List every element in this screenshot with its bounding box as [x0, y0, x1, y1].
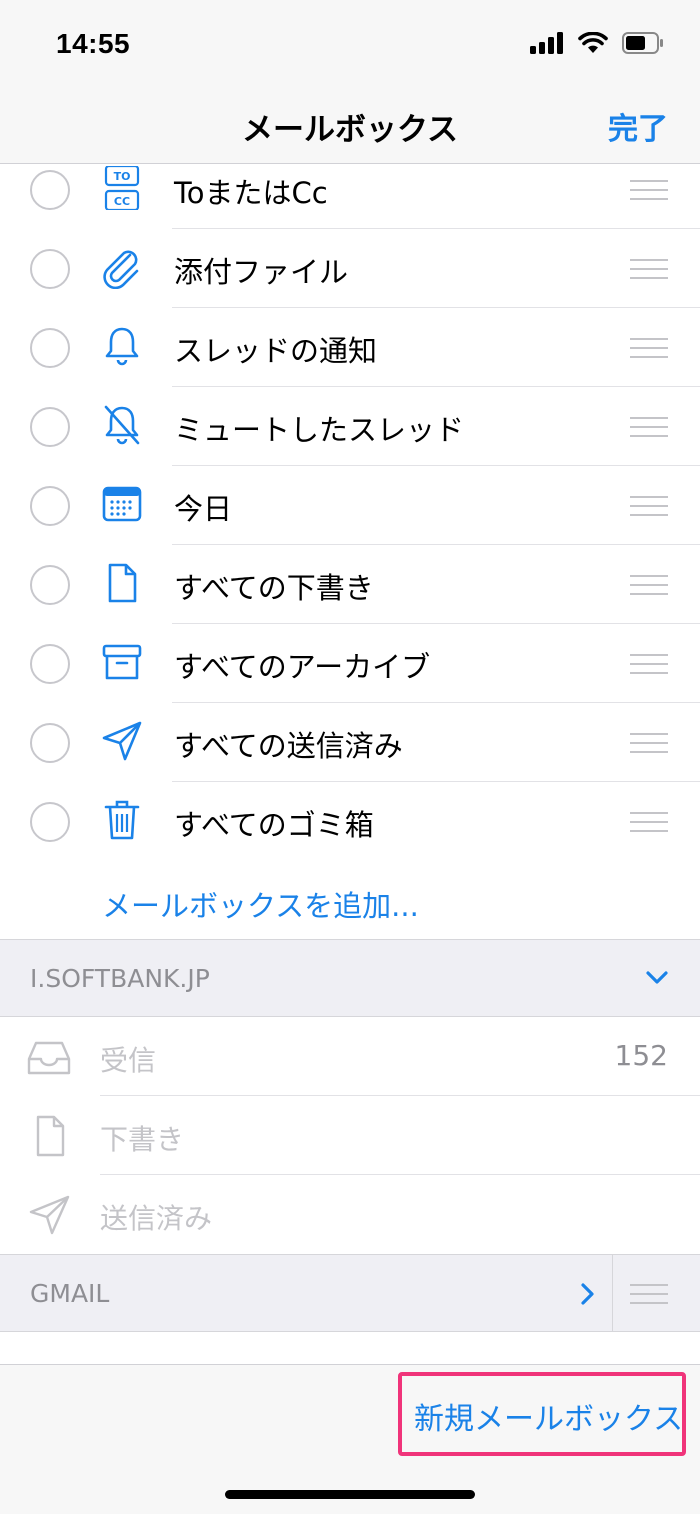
status-time: 14:55 [56, 28, 131, 59]
reorder-handle[interactable] [630, 654, 668, 674]
mailbox-label: ミュートしたスレッド [174, 413, 465, 447]
trash-icon [104, 800, 140, 840]
mailbox-label: ToまたはCc [174, 176, 328, 210]
to-cc-icon: TO CC [104, 166, 140, 210]
paperclip-icon [103, 250, 139, 289]
reorder-handle[interactable] [630, 259, 668, 279]
done-button[interactable]: 完了 [608, 104, 668, 148]
list-item[interactable]: ミュートしたスレッド [0, 387, 700, 466]
reorder-handle[interactable] [630, 733, 668, 753]
reorder-handle[interactable] [630, 1284, 668, 1304]
chevron-down-icon[interactable] [646, 970, 668, 986]
select-radio[interactable] [30, 565, 70, 605]
document-icon [108, 563, 137, 603]
new-mailbox-button[interactable]: 新規メールボックス [414, 1394, 683, 1438]
list-item[interactable]: すべてのアーカイブ [0, 624, 700, 703]
account-section-header[interactable]: I.SOFTBANK.JP [0, 939, 700, 1017]
reorder-handle[interactable] [630, 338, 668, 358]
svg-text:TO: TO [114, 170, 131, 183]
select-radio[interactable] [30, 644, 70, 684]
paper-plane-icon [29, 1195, 70, 1235]
calendar-icon [102, 486, 142, 522]
mailbox-label: すべてのアーカイブ [174, 650, 431, 684]
reorder-handle[interactable] [630, 180, 668, 200]
list-item[interactable]: スレッドの通知 [0, 308, 700, 387]
reorder-handle[interactable] [630, 812, 668, 832]
inbox-tray-icon [27, 1041, 71, 1075]
select-radio[interactable] [30, 486, 70, 526]
add-mailbox-row: メールボックスを追加... [0, 861, 700, 939]
reorder-handle[interactable] [630, 575, 668, 595]
section-divider [612, 1255, 613, 1332]
paper-plane-icon [102, 721, 142, 761]
cellular-signal-icon [530, 32, 563, 54]
select-radio[interactable] [30, 723, 70, 763]
list-item[interactable]: すべてのゴミ箱 [0, 782, 700, 861]
archive-box-icon [102, 644, 142, 680]
status-icons [530, 32, 664, 54]
select-radio[interactable] [30, 249, 70, 289]
mailbox-label: スレッドの通知 [174, 334, 378, 368]
list-item[interactable]: 添付ファイル [0, 229, 700, 308]
reorder-handle[interactable] [630, 417, 668, 437]
wifi-icon [578, 32, 608, 53]
mailbox-label: 今日 [174, 492, 233, 526]
list-item: 下書き [0, 1096, 700, 1175]
reorder-handle[interactable] [630, 496, 668, 516]
account-name: I.SOFTBANK.JP [30, 964, 210, 993]
select-radio[interactable] [30, 328, 70, 368]
add-mailbox-link[interactable]: メールボックスを追加... [102, 883, 419, 925]
select-radio[interactable] [30, 802, 70, 842]
unread-count: 152 [614, 1039, 668, 1072]
list-item[interactable]: すべての送信済み [0, 703, 700, 782]
list-item[interactable]: 今日 [0, 466, 700, 545]
list-item: 受信 152 [0, 1017, 700, 1096]
mailbox-label: すべてのゴミ箱 [174, 808, 374, 842]
account-section-header[interactable]: GMAIL [0, 1254, 700, 1332]
bell-slash-icon [104, 405, 140, 445]
mailbox-label: すべての送信済み [174, 729, 403, 763]
mailbox-label: 添付ファイル [174, 255, 349, 289]
bell-icon [105, 327, 139, 366]
battery-icon [622, 32, 663, 54]
list-item[interactable]: TO CC ToまたはCc [0, 150, 700, 229]
mailbox-label: すべての下書き [174, 571, 374, 605]
list-item: 送信済み [0, 1175, 700, 1254]
chevron-right-icon[interactable] [580, 1283, 596, 1305]
select-radio[interactable] [30, 407, 70, 447]
list-item[interactable]: すべての下書き [0, 545, 700, 624]
navigation-bar: 14:55 メールボックス 完了 [0, 0, 700, 164]
svg-text:CC: CC [114, 195, 130, 208]
mailbox-list: TO CC ToまたはCc 添付ファイル スレッドの通知 ミュートしたスレッド … [0, 150, 700, 861]
select-radio[interactable] [30, 170, 70, 210]
folder-label: 下書き [100, 1123, 185, 1156]
account-name: GMAIL [30, 1279, 110, 1308]
page-title: メールボックス [241, 112, 459, 148]
folder-label: 受信 [100, 1044, 157, 1077]
folder-label: 送信済み [100, 1202, 213, 1235]
document-icon [36, 1115, 65, 1157]
home-indicator[interactable] [225, 1490, 475, 1499]
